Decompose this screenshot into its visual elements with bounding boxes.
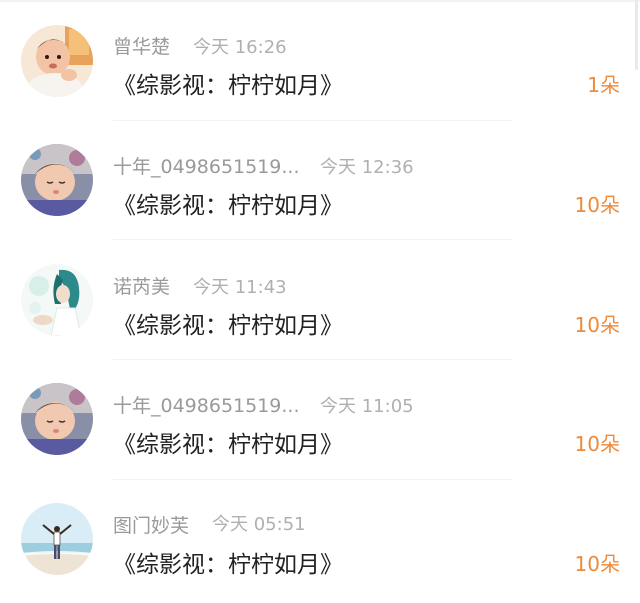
username[interactable]: 曾华楚	[113, 32, 170, 59]
book-title[interactable]: 《综影视：柠柠如月》	[113, 425, 343, 459]
sleeping-baby-avatar-icon[interactable]	[21, 144, 93, 216]
baby-avatar-icon[interactable]	[21, 25, 93, 97]
gift-count: 1朵	[587, 73, 620, 97]
anime-character-avatar-icon[interactable]	[21, 264, 93, 336]
username[interactable]: 诺芮美	[113, 272, 170, 299]
list-item[interactable]: 诺芮美 今天 11:43 《综影视：柠柠如月》 10朵	[0, 240, 640, 360]
timestamp: 今天 11:43	[193, 277, 287, 298]
timestamp: 今天 11:05	[320, 396, 414, 417]
timestamp: 今天 05:51	[212, 514, 306, 535]
list-item[interactable]: 十年_0498651519... 今天 12:36 《综影视：柠柠如月》 10朵	[0, 120, 640, 240]
sleeping-baby-avatar-icon[interactable]	[21, 383, 93, 455]
book-title[interactable]: 《综影视：柠柠如月》	[113, 66, 343, 100]
book-title[interactable]: 《综影视：柠柠如月》	[113, 186, 343, 220]
list-item[interactable]: 十年_0498651519... 今天 11:05 《综影视：柠柠如月》 10朵	[0, 359, 640, 480]
timestamp: 今天 16:26	[193, 37, 287, 58]
list-item[interactable]: 图门妙芙 今天 05:51 《综影视：柠柠如月》 10朵	[0, 479, 640, 598]
gift-count: 10朵	[574, 552, 620, 576]
beach-person-avatar-icon[interactable]	[21, 503, 93, 575]
username[interactable]: 十年_0498651519...	[113, 152, 300, 179]
list-item[interactable]: 曾华楚 今天 16:26 《综影视：柠柠如月》 1朵	[0, 0, 640, 121]
book-title[interactable]: 《综影视：柠柠如月》	[113, 545, 343, 579]
timestamp: 今天 12:36	[320, 157, 414, 178]
gift-count: 10朵	[574, 193, 620, 217]
username[interactable]: 十年_0498651519...	[113, 391, 300, 418]
book-title[interactable]: 《综影视：柠柠如月》	[113, 306, 343, 340]
gift-count: 10朵	[574, 432, 620, 456]
gift-count: 10朵	[574, 313, 620, 337]
username[interactable]: 图门妙芙	[113, 511, 189, 538]
